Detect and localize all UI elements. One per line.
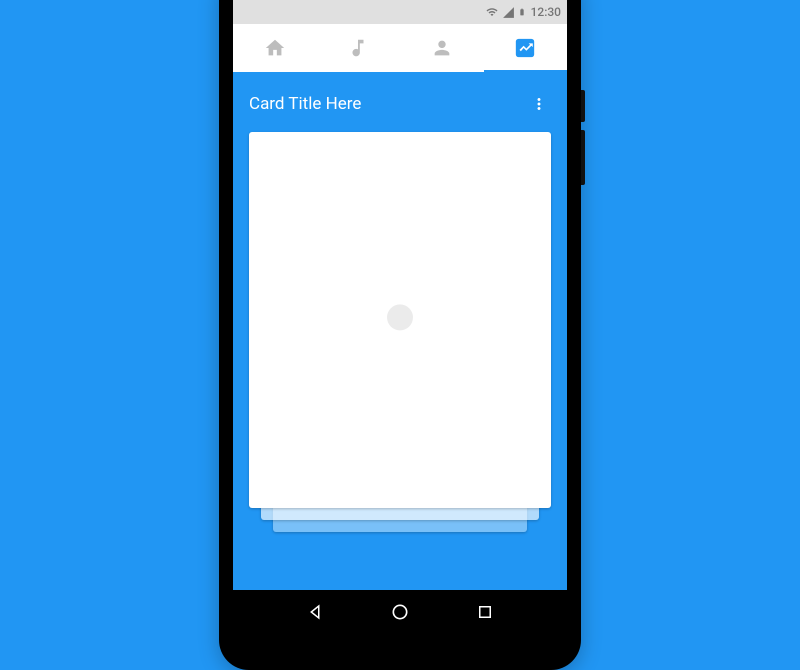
card-stack	[249, 132, 551, 532]
tab-trending[interactable]	[484, 24, 568, 72]
phone-screen: 12:30 Card Title Here	[233, 0, 567, 590]
trending-icon	[514, 37, 536, 59]
tab-bar	[233, 24, 567, 72]
more-options-button[interactable]	[527, 92, 551, 116]
phone-power-button	[581, 90, 585, 122]
wifi-icon	[485, 6, 499, 18]
status-time: 12:30	[531, 5, 561, 19]
status-bar: 12:30	[233, 0, 567, 24]
touch-ripple	[387, 304, 413, 330]
battery-icon	[518, 5, 526, 19]
more-vert-icon	[530, 95, 548, 113]
home-circle-icon	[390, 602, 410, 622]
card-title: Card Title Here	[249, 94, 361, 114]
recents-square-icon	[476, 603, 494, 621]
android-nav-bar	[233, 590, 567, 634]
back-triangle-icon	[306, 603, 324, 621]
phone-volume-button	[581, 130, 585, 185]
home-icon	[264, 37, 286, 59]
tab-music[interactable]	[317, 24, 401, 72]
music-note-icon	[347, 37, 369, 59]
tab-home[interactable]	[233, 24, 317, 72]
content-area: Card Title Here	[233, 72, 567, 532]
nav-home-button[interactable]	[390, 602, 410, 622]
signal-icon	[502, 6, 515, 19]
tab-profile[interactable]	[400, 24, 484, 72]
card-front[interactable]	[249, 132, 551, 508]
nav-recents-button[interactable]	[475, 602, 495, 622]
card-header: Card Title Here	[249, 88, 551, 132]
nav-back-button[interactable]	[305, 602, 325, 622]
person-icon	[431, 37, 453, 59]
phone-frame: 12:30 Card Title Here	[219, 0, 581, 670]
